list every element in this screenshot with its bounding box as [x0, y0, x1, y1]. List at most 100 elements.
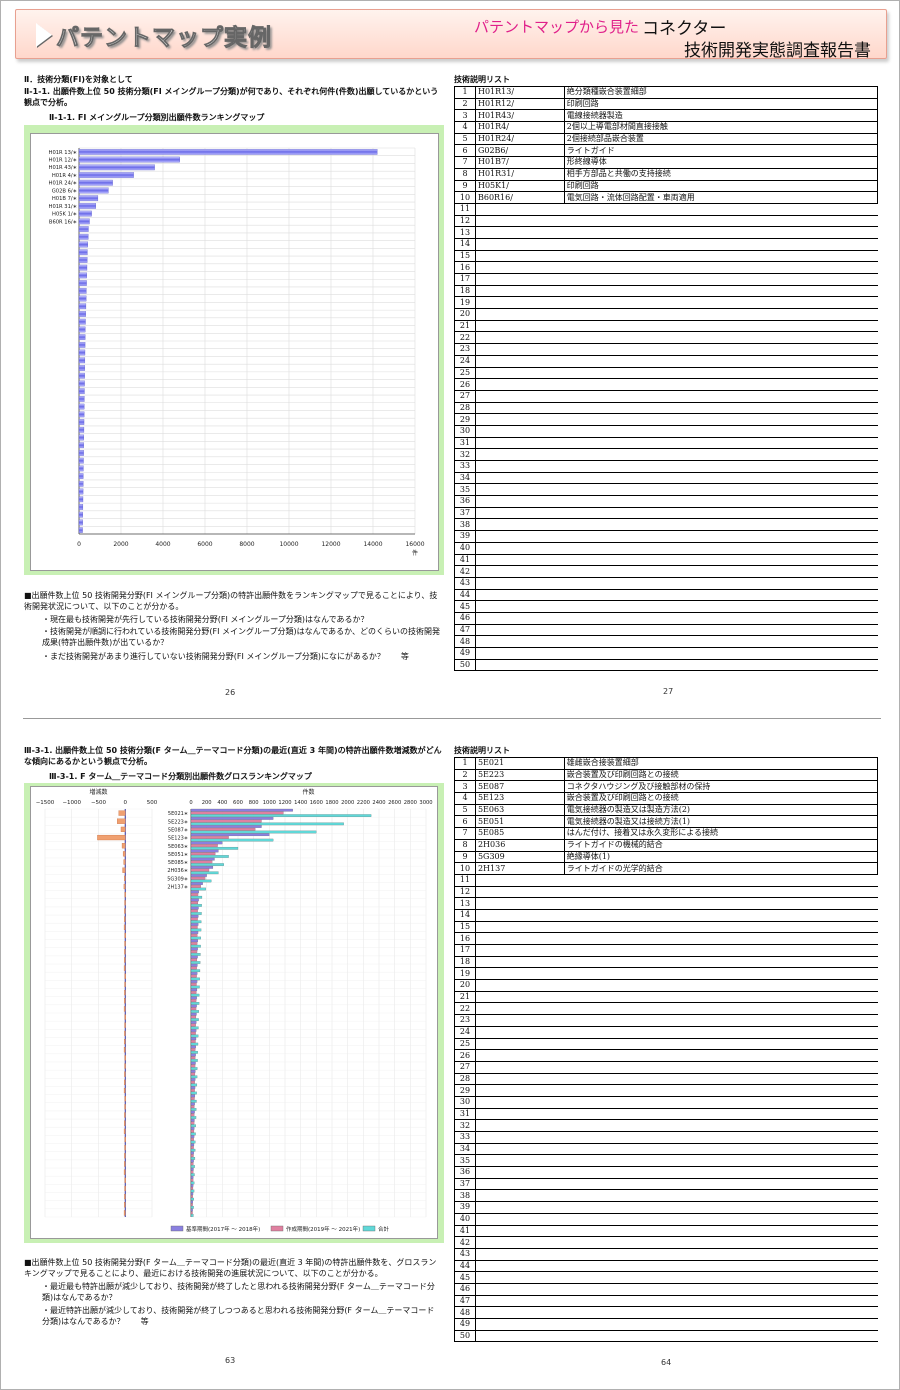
row-number: 44	[454, 588, 476, 602]
gross-ranking-chart-63: 増減数 件数 −1500 −1000 −500 0 500 0 200 400 600 800 1000…	[36, 788, 433, 1233]
tech-code: 2H036	[474, 838, 565, 852]
series-bar	[190, 1042, 199, 1046]
bar	[78, 218, 90, 225]
tech-description	[564, 1072, 878, 1086]
ranking-chart-26: 0 2000 4000 6000 8000 10000 12000 14000 16000件 H0…	[49, 147, 425, 557]
tech-description	[564, 647, 878, 660]
row-number: 27	[454, 1060, 476, 1074]
series-bar	[190, 1002, 200, 1005]
y-tick-label: H01R 4/∗	[52, 173, 77, 179]
tech-description	[564, 261, 878, 274]
series-bar	[190, 1048, 196, 1051]
tech-description	[564, 273, 878, 286]
table-row: 8 2H036 ライトガイドの機械的結合	[454, 838, 879, 852]
x-tick-label: 16000	[405, 541, 424, 548]
row-number: 32	[454, 448, 476, 461]
change-bar	[124, 973, 126, 979]
table-row: 27	[454, 1060, 878, 1074]
row-number: 36	[454, 1166, 476, 1179]
right-tick-label: 2800	[404, 800, 417, 806]
right-tick-label: 600	[233, 800, 243, 806]
row-number: 49	[454, 647, 476, 660]
change-bar	[123, 1006, 126, 1012]
tech-description	[564, 319, 878, 333]
tech-code	[475, 885, 565, 899]
tech-code	[475, 897, 565, 910]
tech-description	[564, 483, 878, 497]
tech-description	[564, 1259, 878, 1273]
tech-code: H01R12/	[474, 97, 565, 111]
series-bar	[190, 999, 197, 1002]
series-bar	[190, 890, 199, 894]
x-tick-label: 14000	[363, 541, 382, 548]
series-bar	[190, 942, 198, 945]
bar	[78, 187, 109, 194]
change-bar	[124, 1120, 126, 1126]
change-bar	[124, 1177, 126, 1183]
series-bar	[190, 1118, 195, 1122]
tech-description	[564, 202, 878, 216]
tech-description	[564, 553, 878, 567]
bar	[78, 303, 87, 310]
right-axis-title: 件数	[302, 788, 314, 796]
page-root: パテントマップ実例 パテントマップから見た コネクター 技術開発実態調査報告書 …	[0, 0, 900, 1390]
bar	[78, 365, 85, 371]
tech-code	[475, 518, 565, 532]
chart-panel-26: 0 2000 4000 6000 8000 10000 12000 14000 16000 件 H0…	[30, 133, 439, 571]
series-bar	[190, 1162, 194, 1166]
table-row: 48	[454, 635, 878, 648]
change-bar	[123, 1087, 126, 1094]
table-row: 12	[454, 885, 878, 899]
change-bar	[124, 875, 126, 881]
tech-description	[564, 541, 878, 555]
tech-description	[564, 611, 878, 625]
tech-code	[475, 1247, 565, 1261]
row-number: 23	[454, 1014, 476, 1027]
table-row: 2 5E223 嵌合装置及び印刷回路との接続	[454, 768, 879, 782]
left-axis-title: 増減数	[89, 788, 107, 796]
bar	[78, 388, 85, 395]
table-row: 7 H01B7/形終線導体	[454, 156, 879, 169]
header-banner: パテントマップ実例 パテントマップから見た コネクター 技術開発実態調査報告書	[15, 9, 887, 61]
page-number-27: 27	[663, 687, 674, 696]
series-bar	[190, 833, 270, 837]
series-bar	[190, 1192, 194, 1196]
series-bar	[190, 1173, 195, 1177]
bar	[78, 465, 84, 472]
change-bar	[123, 1210, 126, 1216]
x-tick-label: 8000	[239, 541, 254, 548]
tech-code: H01R24/	[474, 132, 565, 146]
series-bar	[190, 1151, 194, 1155]
tech-code	[475, 1025, 565, 1039]
tech-description	[564, 944, 878, 957]
series-bar	[190, 912, 202, 915]
row-number: 42	[454, 565, 476, 578]
table-row: 29	[454, 413, 878, 426]
series-bar	[190, 934, 198, 937]
tech-code: H01R4/	[474, 121, 565, 134]
series-bar	[190, 1037, 197, 1041]
tech-description	[564, 495, 878, 508]
table-row: 1 H01R13/絶分類種嵌合装置細部	[454, 86, 879, 99]
change-bar	[124, 1071, 126, 1077]
bar	[78, 241, 88, 248]
series-bar	[190, 1143, 195, 1147]
tech-description	[564, 1271, 878, 1284]
tech-description	[564, 284, 878, 298]
right-tick-label: 400	[217, 800, 227, 806]
right-tick-label: 200	[202, 800, 212, 806]
series-bar	[190, 885, 201, 888]
tech-code	[475, 1166, 565, 1179]
table-row: 28	[454, 1072, 878, 1086]
series-bar	[190, 1140, 196, 1144]
legend-swatch	[270, 1225, 284, 1232]
tech-code: 5E021	[474, 757, 565, 770]
change-bar	[124, 1038, 126, 1045]
series-bar	[190, 825, 262, 828]
tech-description	[564, 518, 878, 532]
table-row: 19	[454, 296, 878, 310]
row-number: 24	[454, 354, 476, 368]
row-number: 48	[454, 635, 476, 648]
tech-description	[564, 413, 878, 426]
series-bar	[190, 1124, 196, 1128]
